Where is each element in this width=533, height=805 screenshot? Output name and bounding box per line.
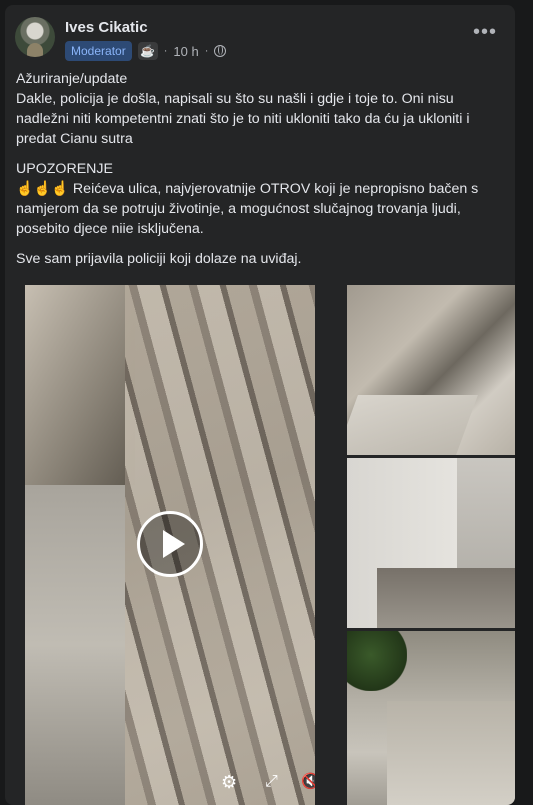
separator-dot: · — [163, 45, 168, 57]
photo-thumbnail-2[interactable] — [347, 458, 515, 628]
photo-thumbnail-3[interactable] — [347, 631, 515, 805]
post-paragraph: ☝☝☝ Reićeva ulica, najvjerovatnije OTROV… — [16, 181, 479, 237]
post-paragraph: Ažuriranje/update — [16, 71, 128, 87]
post-timestamp[interactable]: 10 h — [173, 44, 198, 59]
globe-icon — [214, 45, 227, 57]
photo-thumbnail-1[interactable] — [347, 285, 515, 455]
video-player[interactable]: ⚙ ⤢ 🔇 — [25, 285, 315, 805]
fullscreen-icon[interactable]: ⤢ — [265, 773, 278, 791]
post-card: Ives Cikatic Moderator ☕ · 10 h · ••• Až… — [5, 5, 515, 805]
play-button-icon[interactable] — [137, 511, 203, 577]
mute-icon[interactable]: 🔇 — [301, 773, 315, 791]
video-frame-stair — [25, 485, 125, 805]
post-paragraph: Sve sam prijavila policiji koji dolaze n… — [16, 251, 302, 267]
author-name[interactable]: Ives Cikatic — [65, 19, 148, 36]
separator-dot: · — [204, 45, 209, 57]
settings-icon[interactable]: ⚙ — [221, 773, 237, 791]
post-body: Ažuriranje/update Dakle, policija je doš… — [16, 69, 506, 279]
video-frame-rock — [25, 285, 135, 485]
post-header: Ives Cikatic Moderator ☕ · 10 h · ••• — [15, 15, 505, 63]
avatar[interactable] — [15, 17, 55, 57]
coffee-cup-icon[interactable]: ☕ — [137, 42, 158, 60]
more-options-icon[interactable]: ••• — [473, 22, 497, 42]
media-grid: ⚙ ⤢ 🔇 — [25, 283, 515, 805]
post-paragraph: Dakle, policija je došla, napisali su št… — [16, 91, 470, 147]
post-meta: Moderator ☕ · 10 h · — [65, 41, 227, 61]
post-paragraph: UPOZORENJE — [16, 161, 113, 177]
moderator-badge[interactable]: Moderator — [65, 41, 132, 61]
